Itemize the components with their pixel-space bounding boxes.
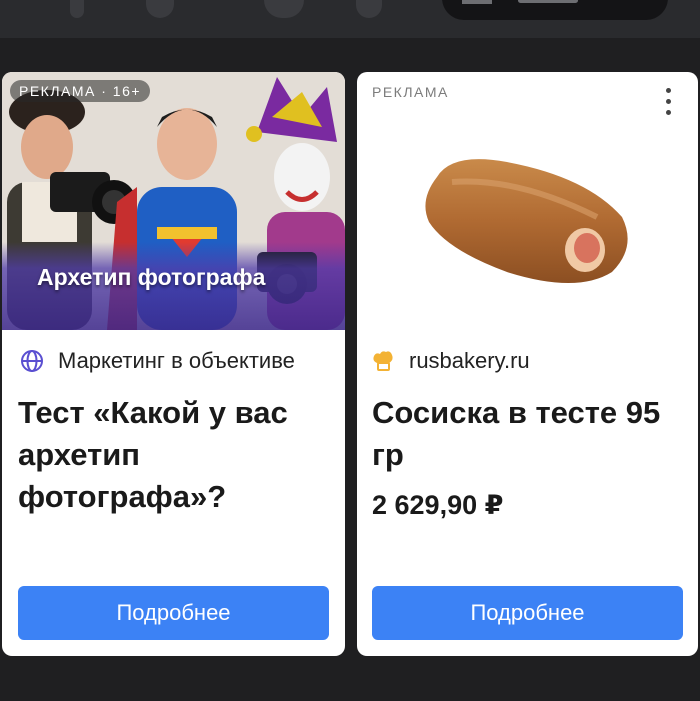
ad-source[interactable]: Маркетинг в объективе — [20, 348, 335, 374]
ad-source-name: Маркетинг в объективе — [58, 348, 295, 373]
ad-title[interactable]: Тест «Какой у вас архетип фотографа»? — [18, 392, 338, 518]
ad-card-sausage-roll[interactable]: РЕКЛАМА rusbakery.ru Сосиска в тесте 95 … — [357, 72, 698, 656]
action-pill[interactable] — [442, 0, 668, 20]
sausage-roll-image — [425, 159, 628, 283]
ad-title[interactable]: Сосиска в тесте 95 гр — [372, 392, 692, 476]
ad-source-name: rusbakery.ru — [409, 348, 530, 373]
nav-icon[interactable] — [70, 0, 84, 18]
top-navigation-bar — [0, 0, 700, 38]
product-price: 2 629,90 ₽ — [372, 490, 504, 520]
nav-icon[interactable] — [356, 0, 382, 18]
more-button[interactable]: Подробнее — [372, 586, 683, 640]
more-button[interactable]: Подробнее — [18, 586, 329, 640]
product-image[interactable] — [357, 122, 698, 322]
ad-banner-image[interactable]: Архетип фотографа РЕКЛАМА · 16+ — [2, 72, 345, 330]
ad-source[interactable]: rusbakery.ru — [371, 348, 686, 374]
globe-icon — [21, 350, 43, 372]
comments-icon[interactable] — [264, 0, 304, 18]
ad-label: РЕКЛАМА · 16+ — [10, 80, 151, 102]
chef-hat-icon — [373, 351, 393, 371]
banner-caption: Архетип фотографа — [37, 264, 266, 290]
ad-label: РЕКЛАМА — [372, 84, 449, 100]
more-options-icon[interactable] — [666, 88, 672, 118]
nav-icon[interactable] — [146, 0, 174, 18]
ad-card-photographer-test[interactable]: Архетип фотографа РЕКЛАМА · 16+ Маркетин… — [2, 72, 345, 656]
